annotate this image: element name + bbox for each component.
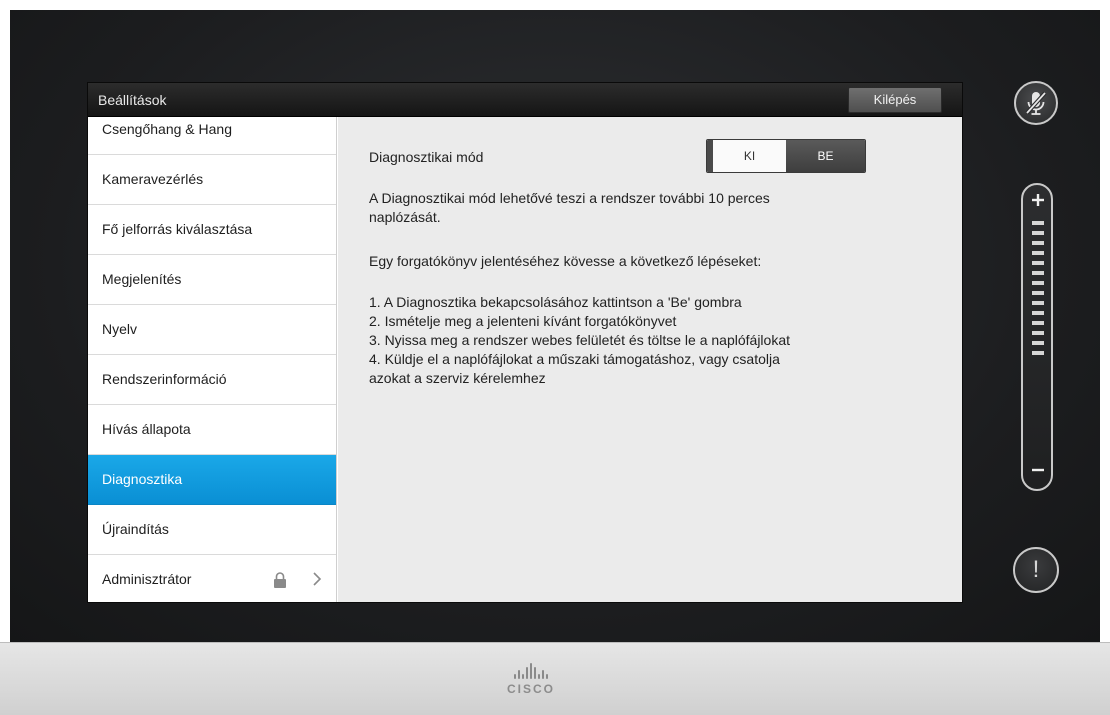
page-title: Beállítások (98, 92, 167, 108)
sidebar-item-label: Fő jelforrás kiválasztása (102, 221, 253, 237)
toggle-on-option[interactable]: BE (786, 140, 865, 172)
sidebar-item-system-info[interactable]: Rendszerinformáció (88, 355, 336, 405)
sidebar-item-label: Nyelv (102, 321, 138, 337)
panel-header: Beállítások Kilépés (88, 83, 962, 117)
sidebar-item-label: Újraindítás (102, 521, 169, 537)
sidebar-item-ringtone-sound[interactable]: Csengőhang & Hang (88, 117, 336, 155)
microphone-muted-icon (1025, 91, 1047, 115)
sidebar: Csengőhang & Hang Kameravezérlés Fő jelf… (88, 117, 337, 602)
sidebar-item-label: Adminisztrátor (102, 571, 192, 587)
sidebar-item-call-status[interactable]: Hívás állapota (88, 405, 336, 455)
sidebar-item-administrator[interactable]: Adminisztrátor (88, 555, 336, 602)
step-1: 1. A Diagnosztika bekapcsolásához kattin… (369, 294, 742, 310)
sidebar-item-label: Csengőhang & Hang (102, 121, 232, 137)
step-2: 2. Ismételje meg a jelenteni kívánt forg… (369, 313, 677, 329)
lock-icon (274, 572, 286, 588)
chevron-right-icon (313, 572, 322, 586)
alert-button[interactable]: ! (1013, 547, 1059, 593)
sidebar-item-label: Diagnosztika (102, 471, 183, 487)
description-line-2: naplózását. (369, 209, 441, 225)
description-line-1: A Diagnosztikai mód lehetővé teszi a ren… (369, 190, 770, 206)
sidebar-item-display[interactable]: Megjelenítés (88, 255, 336, 305)
diagnostics-content: Diagnosztikai mód KI BE A Diagnosztikai … (338, 117, 962, 602)
volume-level-bar[interactable] (1032, 221, 1044, 355)
step-3: 3. Nyissa meg a rendszer webes felületét… (369, 332, 791, 348)
sidebar-item-diagnostics[interactable]: Diagnosztika (88, 455, 336, 505)
settings-panel: Beállítások Kilépés Csengőhang & Hang Ka… (88, 83, 962, 602)
sidebar-item-label: Megjelenítés (102, 271, 182, 287)
diagnostic-mode-toggle[interactable]: KI BE (706, 139, 866, 173)
brand-text: CISCO (506, 682, 555, 696)
sidebar-item-camera-control[interactable]: Kameravezérlés (88, 155, 336, 205)
microphone-mute-button[interactable] (1014, 81, 1058, 125)
sidebar-item-restart[interactable]: Újraindítás (88, 505, 336, 555)
exit-button[interactable]: Kilépés (848, 87, 942, 113)
step-4-continued: azokat a szerviz kérelemhez (369, 370, 546, 386)
sidebar-item-label: Kameravezérlés (102, 171, 204, 187)
step-4: 4. Küldje el a naplófájlokat a műszaki t… (369, 351, 780, 367)
minus-icon[interactable] (1031, 463, 1045, 477)
sidebar-item-label: Rendszerinformáció (102, 371, 227, 387)
footer: CISCO (0, 642, 1110, 715)
diagnostic-mode-label: Diagnosztikai mód (369, 149, 484, 165)
steps-intro: Egy forgatókönyv jelentéséhez kövesse a … (369, 253, 762, 269)
sidebar-item-language[interactable]: Nyelv (88, 305, 336, 355)
plus-icon[interactable] (1031, 193, 1045, 207)
sidebar-item-label: Hívás állapota (102, 421, 191, 437)
volume-control[interactable] (1021, 183, 1053, 491)
sidebar-item-main-source[interactable]: Fő jelforrás kiválasztása (88, 205, 336, 255)
toggle-off-option[interactable]: KI (707, 140, 787, 172)
cisco-logo: CISCO (500, 663, 562, 703)
exclamation-icon: ! (1032, 556, 1040, 583)
